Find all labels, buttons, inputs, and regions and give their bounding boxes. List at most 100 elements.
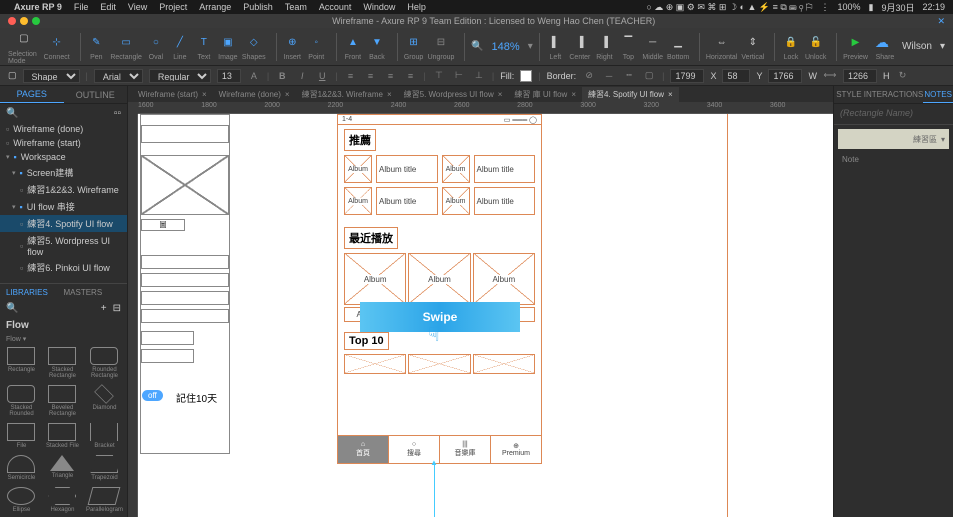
album-big[interactable] [408, 354, 470, 374]
lib-shape-hexagon[interactable]: Hexagon [43, 485, 82, 515]
tree-item[interactable]: ▫Wireframe (done) [0, 122, 127, 136]
align-left[interactable]: ▌ [545, 32, 565, 52]
rotation-icon[interactable]: ↻ [895, 69, 909, 83]
zoom-dropdown[interactable]: ▾ [528, 41, 533, 52]
ungroup-tool[interactable]: ⊟ [431, 32, 451, 52]
date[interactable]: 9月30日 [881, 1, 914, 14]
nav-premium[interactable]: ⊕Premium [491, 436, 541, 463]
preview-button[interactable]: ▶ [846, 32, 866, 52]
border-sides-icon[interactable]: ▢ [642, 69, 656, 83]
off-toggle[interactable]: off [142, 390, 163, 401]
lib-title[interactable]: Flow [0, 316, 127, 335]
tree-item[interactable]: ▫練習5. Wordpress UI flow [0, 232, 127, 259]
underline-icon[interactable]: U [315, 69, 329, 83]
align-right-text-icon[interactable]: ≡ [404, 69, 418, 83]
insert-tool[interactable]: ⊕ [282, 32, 302, 52]
album-big[interactable]: Album [344, 253, 406, 305]
front-tool[interactable]: ▲ [343, 32, 363, 52]
tab[interactable]: 練習4. Spotify UI flow× [582, 87, 679, 102]
valign-bot-icon[interactable]: ⊥ [472, 69, 486, 83]
selection-tool[interactable]: ▢ [14, 29, 34, 49]
h-input[interactable] [843, 69, 877, 83]
user-menu[interactable]: Wilson [902, 41, 932, 52]
nav-home[interactable]: ⌂首頁 [338, 436, 389, 463]
w-input[interactable] [768, 69, 802, 83]
lib-shape-file[interactable]: File [2, 421, 41, 451]
note-field[interactable]: Note [838, 153, 949, 167]
album-big[interactable] [344, 354, 406, 374]
maximize-window[interactable] [32, 17, 40, 25]
lib-subtitle[interactable]: Flow ▾ [0, 335, 127, 343]
pages-search-input[interactable] [18, 108, 98, 118]
tree-item[interactable]: ▫練習4. Spotify UI flow [0, 215, 127, 232]
tree-item[interactable]: ▫練習1&2&3. Wireframe [0, 181, 127, 198]
back-tool[interactable]: ▼ [367, 32, 387, 52]
lib-shape-rectangle[interactable]: Rectangle [2, 345, 41, 381]
lib-shape-stacked-file[interactable]: Stacked File [43, 421, 82, 451]
tab[interactable]: Wireframe (start)× [132, 88, 213, 101]
group-tool[interactable]: ⊞ [404, 32, 424, 52]
album-big[interactable] [473, 354, 535, 374]
align-center-text-icon[interactable]: ≡ [384, 69, 398, 83]
align-top[interactable]: ▔ [618, 32, 638, 52]
menu-app[interactable]: Axure RP 9 [14, 2, 62, 12]
album-card[interactable]: Album [442, 155, 470, 183]
dist-h[interactable]: ⇔ [712, 32, 732, 52]
fill-swatch[interactable] [520, 70, 532, 82]
lib-shape-trapezoid[interactable]: Trapezoid [84, 453, 125, 483]
tree-item[interactable]: ▾▪UI flow 串接 [0, 198, 127, 215]
lib-shape-bracket[interactable]: Bracket [84, 421, 125, 451]
status-icons[interactable]: ○ ☁ ⊕ ▣ ⚙ ✉ ⌘ ⊞ ☽ ◐ ▲ ⚡ ≡ ⧉ ⌨ ⚲ ⚐ [646, 2, 812, 13]
menu-publish[interactable]: Publish [243, 2, 273, 12]
tree-item[interactable]: ▾▪Workspace [0, 150, 127, 164]
close-window[interactable] [8, 17, 16, 25]
lib-shape-stacked-rect[interactable]: Stacked Rectangle [43, 345, 82, 381]
unlock-tool[interactable]: 🔓 [806, 32, 826, 52]
wifi-icon[interactable]: ⋮ [820, 2, 829, 13]
valign-mid-icon[interactable]: ⊢ [452, 69, 466, 83]
libraries-tab[interactable]: LIBRARIES [6, 288, 64, 297]
border-style-icon[interactable]: ┅ [622, 69, 636, 83]
italic-icon[interactable]: I [295, 69, 309, 83]
tree-item[interactable]: ▫Wireframe (start) [0, 136, 127, 150]
lib-shape-rounded-rect[interactable]: Rounded Rectangle [84, 345, 125, 381]
pages-tab[interactable]: PAGES [0, 86, 64, 103]
align-middle[interactable]: ─ [643, 32, 663, 52]
menu-view[interactable]: View [128, 2, 147, 12]
tree-item[interactable]: ▫練習6. Pinkoi UI flow [0, 259, 127, 276]
artboard-spotify[interactable]: 1-4▭ ═══ ◯ 推薦 Album Album title Album Al… [337, 114, 542, 464]
rectangle-tool[interactable]: ▭ [116, 32, 136, 52]
tree-item[interactable]: ▾▪Screen建構 [0, 164, 127, 181]
login-icon[interactable]: ✕ [937, 16, 945, 27]
font-color-icon[interactable]: A [247, 69, 261, 83]
lib-shape-beveled[interactable]: Beveled Rectangle [43, 383, 82, 419]
connect-tool[interactable]: ⊹ [47, 32, 67, 52]
lib-shape-parallelogram[interactable]: Parallelogram [84, 485, 125, 515]
lib-search-icon[interactable]: 🔍 [6, 303, 18, 314]
flow-arrow[interactable] [434, 464, 435, 517]
lib-shape-semicircle[interactable]: Semicircle [2, 453, 41, 483]
canvas[interactable]: Wireframe (start)× Wireframe (done)× 練習1… [128, 86, 833, 517]
border-none-icon[interactable]: ⊘ [582, 69, 596, 83]
lib-add-icon[interactable]: + [101, 303, 107, 314]
share-button[interactable]: ☁ [872, 32, 892, 52]
time[interactable]: 22:19 [922, 2, 945, 12]
menu-arrange[interactable]: Arrange [199, 2, 231, 12]
font-select[interactable]: Arial [94, 69, 143, 83]
tab[interactable]: Wireframe (done)× [213, 88, 296, 101]
align-bottom[interactable]: ▁ [668, 32, 688, 52]
x-input[interactable] [670, 69, 704, 83]
zoom-level[interactable]: 148% [492, 41, 520, 53]
menu-account[interactable]: Account [319, 2, 352, 12]
border-width-icon[interactable]: ─ [602, 69, 616, 83]
y-input[interactable] [722, 69, 750, 83]
bold-icon[interactable]: B [275, 69, 289, 83]
minimize-window[interactable] [20, 17, 28, 25]
pen-tool[interactable]: ✎ [86, 32, 106, 52]
lock-tool[interactable]: 🔒 [781, 32, 801, 52]
style-tab[interactable]: STYLE [834, 86, 864, 103]
shape-type-select[interactable]: Shape [23, 69, 80, 83]
link-wh-icon[interactable]: ⟷ [823, 69, 837, 83]
widget-name[interactable]: (Rectangle Name) [834, 104, 953, 122]
nav-library[interactable]: |||音樂庫 [440, 436, 491, 463]
